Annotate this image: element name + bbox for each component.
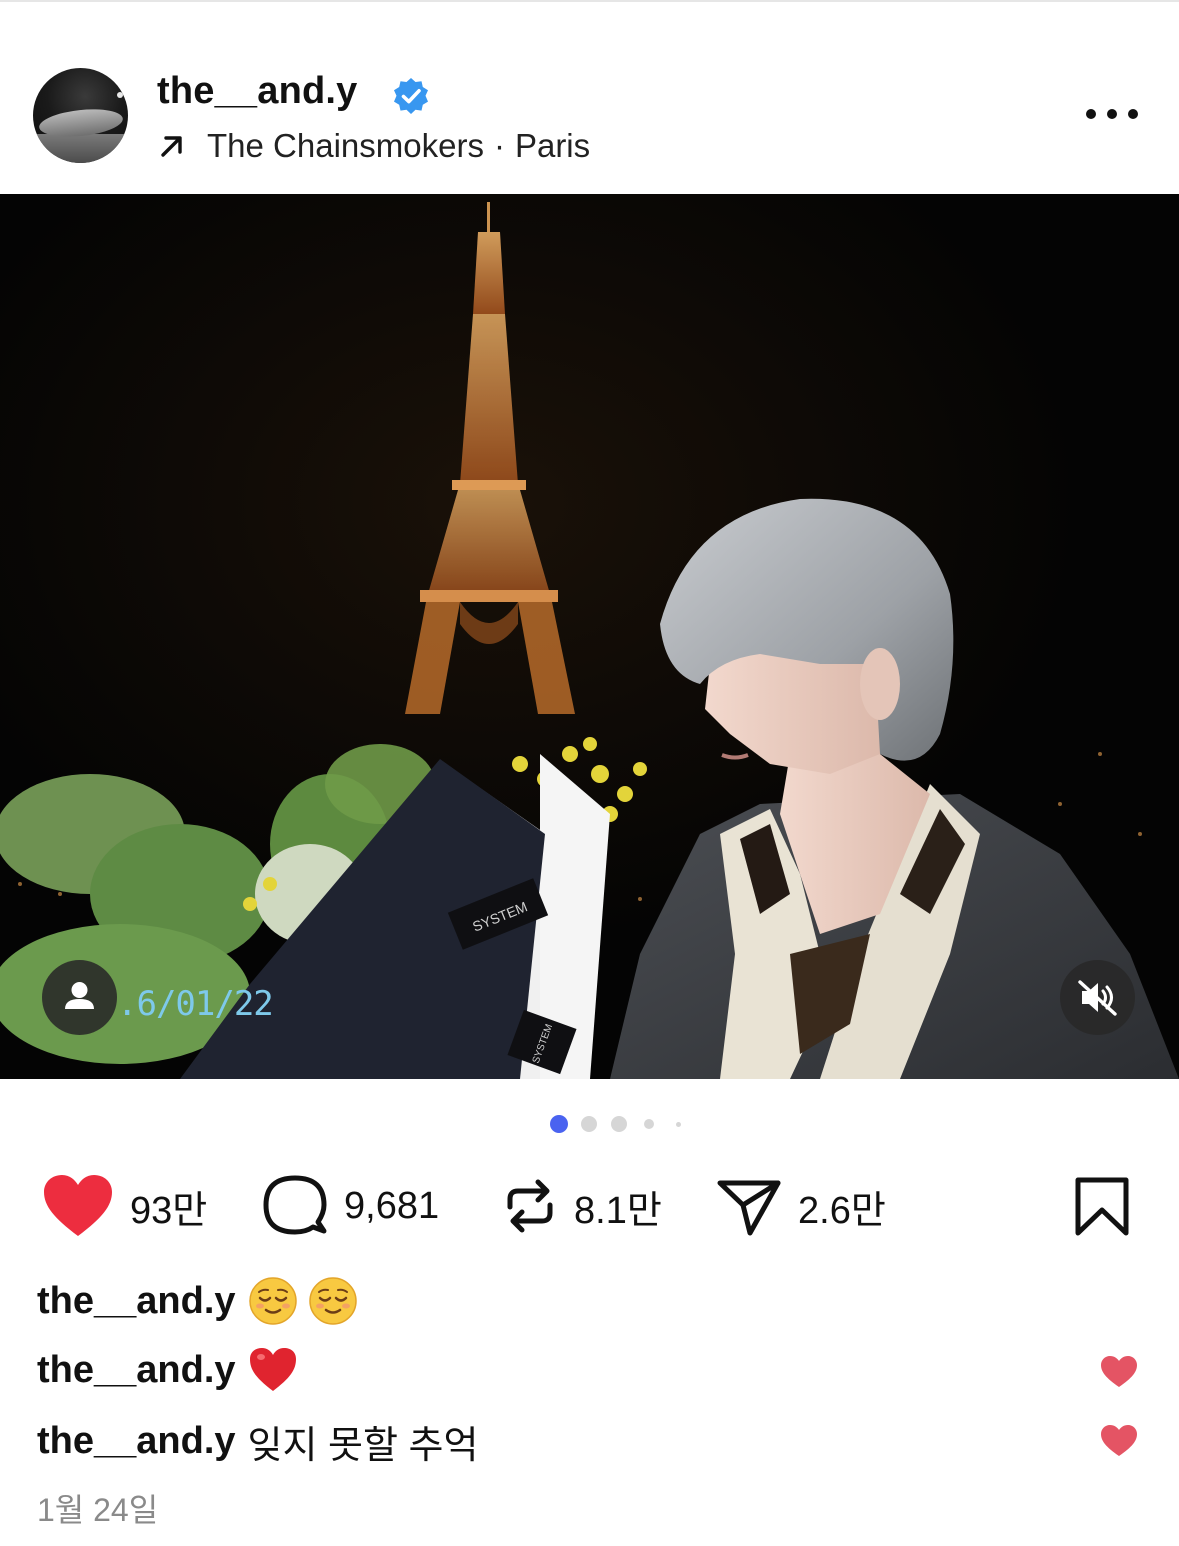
user-tag-icon [65,982,94,1009]
avatar[interactable] [33,68,128,163]
save-button[interactable] [1074,1170,1130,1242]
speaker-muted-icon [1078,980,1117,1016]
pager-dot[interactable] [676,1122,681,1127]
arrow-up-right-icon [161,136,182,157]
comment-like-heart-icon[interactable] [1100,1424,1138,1458]
comment-row: the__and.y [37,1345,308,1395]
post-date: 1월 24일 [37,1492,159,1528]
audio-link[interactable]: The Chainsmokers [207,127,484,165]
post-username[interactable]: the__and.y [157,70,358,113]
comment-row: the__and.y 잊지 못할 추억 [37,1414,478,1469]
post-media[interactable]: SYSTEM SYSTEM .6/01/22 [0,194,1179,1079]
comment-like-heart-icon[interactable] [1100,1355,1138,1389]
red-heart-icon [249,1348,296,1391]
more-options-button[interactable] [1086,100,1138,128]
mute-toggle-button[interactable] [1060,960,1135,1035]
comment-username[interactable]: the__and.y [37,1420,236,1463]
location-link[interactable]: Paris [515,127,590,165]
pager-dot[interactable] [611,1116,627,1132]
relieved-face-icon [248,1277,297,1325]
comment-username[interactable]: the__and.y [37,1280,236,1323]
pager-dot[interactable] [581,1116,597,1132]
comment-username[interactable]: the__and.y [37,1349,236,1392]
post-header: the__and.y The Chainsmokers · Paris [0,0,1179,194]
comment-button[interactable]: 9,681 [262,1170,439,1242]
like-button[interactable]: 93만 [42,1170,207,1242]
verified-badge-icon [394,78,428,114]
action-bar: 93만 9,681 8.1만 2.6만 [0,1170,1179,1242]
location-separator: · [493,127,505,164]
share-button[interactable]: 2.6만 [716,1170,886,1242]
send-paper-plane-icon [717,1180,781,1236]
date-stamp: .6/01/22 [117,984,274,1024]
likes-count: 93만 [130,1189,208,1232]
repost-button[interactable]: 8.1만 [502,1170,662,1242]
comment-text: 잊지 못할 추억 [247,1425,479,1467]
heart-filled-icon [44,1175,112,1236]
carousel-pager [0,1113,1179,1135]
pager-dot[interactable] [644,1119,654,1129]
repost-icon [507,1179,553,1233]
tag-people-button[interactable] [42,960,117,1035]
comment-row: the__and.y [37,1276,368,1326]
post-photo: SYSTEM SYSTEM [0,194,1179,1079]
pager-dot-active[interactable] [550,1115,568,1133]
bookmark-icon [1075,1177,1129,1236]
comments-count: 9,681 [344,1184,440,1227]
shares-count: 2.6만 [798,1189,886,1232]
more-horizontal-icon [1086,109,1096,119]
relieved-face-icon [308,1277,357,1325]
reposts-count: 8.1만 [574,1189,662,1232]
post-subline: The Chainsmokers · Paris [157,126,590,166]
comment-bubble-icon [263,1175,327,1235]
